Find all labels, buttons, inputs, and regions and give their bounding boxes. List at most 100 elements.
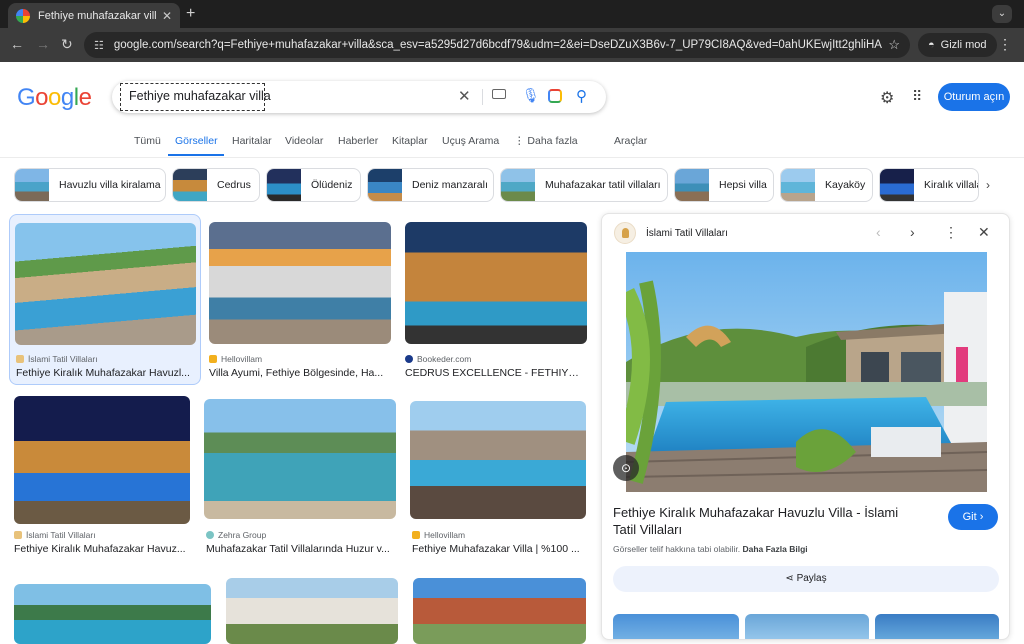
tab-more[interactable]: ⋮ Daha fazla (514, 135, 578, 147)
result-image[interactable] (14, 396, 190, 524)
result-title[interactable]: Fethiye Muhafazakar Villa | %100 ... (412, 543, 584, 555)
result-image[interactable] (204, 399, 396, 519)
panel-title[interactable]: Fethiye Kiralık Muhafazakar Havuzlu Vill… (613, 504, 913, 538)
result-image[interactable] (226, 578, 398, 644)
tab-maps[interactable]: Haritalar (232, 135, 272, 147)
reload-icon[interactable]: ↻ (61, 36, 73, 53)
visit-button[interactable]: Git › (948, 504, 998, 530)
chip-label: Havuzlu villa kiralama (59, 179, 161, 191)
microphone-icon[interactable]: 🎙 (522, 87, 540, 104)
source-name: Bookeder.com (417, 354, 472, 364)
tab-videos[interactable]: Videolar (285, 135, 323, 147)
result-title[interactable]: Villa Ayumi, Fethiye Bölgesinde, Ha... (209, 367, 387, 379)
visit-label: Git (962, 511, 977, 523)
tab-search-icon[interactable]: ⌄ (992, 5, 1012, 23)
result-image[interactable] (14, 584, 211, 644)
result-title[interactable]: Muhafazakar Tatil Villalarında Huzur v..… (206, 543, 394, 555)
next-icon[interactable]: › (910, 224, 915, 240)
previous-icon[interactable]: ‹ (876, 224, 881, 240)
chip-label: Ölüdeniz (311, 179, 353, 191)
panel-source[interactable]: İslami Tatil Villaları (646, 228, 728, 239)
more-options-icon[interactable]: ⋮ (944, 224, 958, 241)
result-image[interactable] (209, 222, 391, 344)
chip-muhafazakar-tatil[interactable]: Muhafazakar tatil villaları (500, 168, 668, 202)
chip-havuzlu-villa[interactable]: Havuzlu villa kiralama (14, 168, 166, 202)
result-image[interactable] (413, 578, 586, 644)
new-tab-icon[interactable]: + (186, 5, 195, 23)
source-favicon-icon (16, 355, 24, 363)
source-name: İslami Tatil Villaları (26, 530, 96, 540)
result-card[interactable]: Hellovillam Fethiye Muhafazakar Villa | … (410, 401, 586, 558)
header-divider (0, 157, 1024, 158)
related-image[interactable] (875, 614, 999, 639)
result-card[interactable]: İslami Tatil Villaları Fethiye Kiralık M… (14, 396, 190, 558)
chip-hepsi-villa[interactable]: Hepsi villa (674, 168, 774, 202)
incognito-label: Gizli mod (940, 39, 987, 51)
tab-images[interactable]: Görseller (175, 135, 218, 147)
close-icon[interactable]: ✕ (978, 224, 990, 241)
chevron-right-icon[interactable]: › (986, 178, 990, 192)
result-card[interactable]: Hellovillam Villa Ayumi, Fethiye Bölgesi… (209, 222, 391, 382)
keyboard-icon[interactable] (492, 89, 506, 99)
preview-image[interactable] (626, 252, 987, 492)
chip-thumbnail (675, 169, 709, 201)
back-icon[interactable]: ← (10, 36, 24, 52)
tab-news[interactable]: Haberler (338, 135, 378, 147)
bookmark-star-icon[interactable]: ☆ (888, 37, 900, 53)
clear-search-icon[interactable]: ✕ (458, 87, 471, 105)
sign-in-button[interactable]: Oturum açın (938, 83, 1010, 111)
search-divider (482, 89, 483, 105)
search-input[interactable]: Fethiye muhafazakar villa (120, 83, 271, 111)
apps-grid-icon[interactable]: ⠿ (912, 88, 922, 105)
source-name: Zehra Group (218, 530, 267, 540)
tab-flights[interactable]: Uçuş Arama (442, 135, 499, 147)
result-card[interactable]: Bookeder.com CEDRUS EXCELLENCE - FETHIYE… (405, 222, 587, 382)
search-box[interactable]: Fethiye muhafazakar villa ✕ 🎙 ⚲ (112, 81, 606, 113)
result-card[interactable]: Zehra Group Muhafazakar Tatil Villaların… (204, 399, 396, 558)
forward-icon[interactable]: → (36, 36, 50, 52)
address-bar[interactable]: ☷ google.com/search?q=Fethiye+muhafazaka… (84, 32, 910, 58)
chip-label: Cedrus (217, 179, 251, 191)
site-info-icon[interactable]: ☷ (94, 39, 104, 52)
close-tab-icon[interactable]: ✕ (162, 9, 172, 23)
source-favicon-icon (209, 355, 217, 363)
source-name: İslami Tatil Villaları (28, 354, 98, 364)
search-icon[interactable]: ⚲ (576, 87, 587, 105)
chip-deniz-manzarali[interactable]: Deniz manzaralı (367, 168, 494, 202)
result-source: Hellovillam (412, 530, 465, 540)
source-name: Hellovillam (221, 354, 263, 364)
incognito-icon: ◓ (928, 39, 935, 51)
chevron-right-icon: › (979, 511, 984, 523)
more-info-link[interactable]: Daha Fazla Bilgi (742, 544, 807, 554)
google-logo[interactable]: Google (17, 84, 92, 112)
tab-books[interactable]: Kitaplar (392, 135, 428, 147)
result-card[interactable]: İslami Tatil Villaları Fethiye Kiralık M… (9, 214, 201, 385)
result-image[interactable] (15, 223, 196, 345)
chip-cedrus[interactable]: Cedrus (172, 168, 260, 202)
google-lens-icon[interactable] (548, 89, 562, 103)
share-label: Paylaş (796, 573, 827, 584)
chip-oludeniz[interactable]: Ölüdeniz (266, 168, 361, 202)
result-image[interactable] (405, 222, 587, 344)
lens-search-icon[interactable]: ⊙ (613, 455, 639, 481)
source-favicon-icon (14, 531, 22, 539)
related-image[interactable] (745, 614, 869, 639)
share-button[interactable]: ⋖ Paylaş (613, 566, 999, 592)
incognito-button[interactable]: ◓ Gizli mod (918, 33, 997, 57)
copyright-notice: Görseller telif hakkına tabi olabilir. D… (613, 544, 808, 554)
chip-label: Kayaköy (825, 179, 866, 191)
tab-tools[interactable]: Araçlar (614, 135, 647, 147)
chip-kiralik-villalar[interactable]: Kiralık villalar (879, 168, 979, 202)
more-dots-icon: ⋮ (514, 135, 528, 147)
settings-gear-icon[interactable]: ⚙ (880, 88, 894, 108)
result-image[interactable] (410, 401, 586, 519)
tab-all[interactable]: Tümü (134, 135, 161, 147)
result-title[interactable]: Fethiye Kiralık Muhafazakar Havuz... (14, 543, 190, 555)
browser-menu-icon[interactable]: ⋮ (998, 36, 1012, 53)
result-title[interactable]: CEDRUS EXCELLENCE - FETHIYE... (405, 367, 583, 379)
related-image[interactable] (613, 614, 739, 639)
browser-tab[interactable]: Fethiye muhafazakar villa - G ✕ (8, 3, 180, 28)
chip-kayakoy[interactable]: Kayaköy (780, 168, 873, 202)
source-favicon-icon (412, 531, 420, 539)
result-title[interactable]: Fethiye Kiralık Muhafazakar Havuzl... (16, 367, 194, 379)
